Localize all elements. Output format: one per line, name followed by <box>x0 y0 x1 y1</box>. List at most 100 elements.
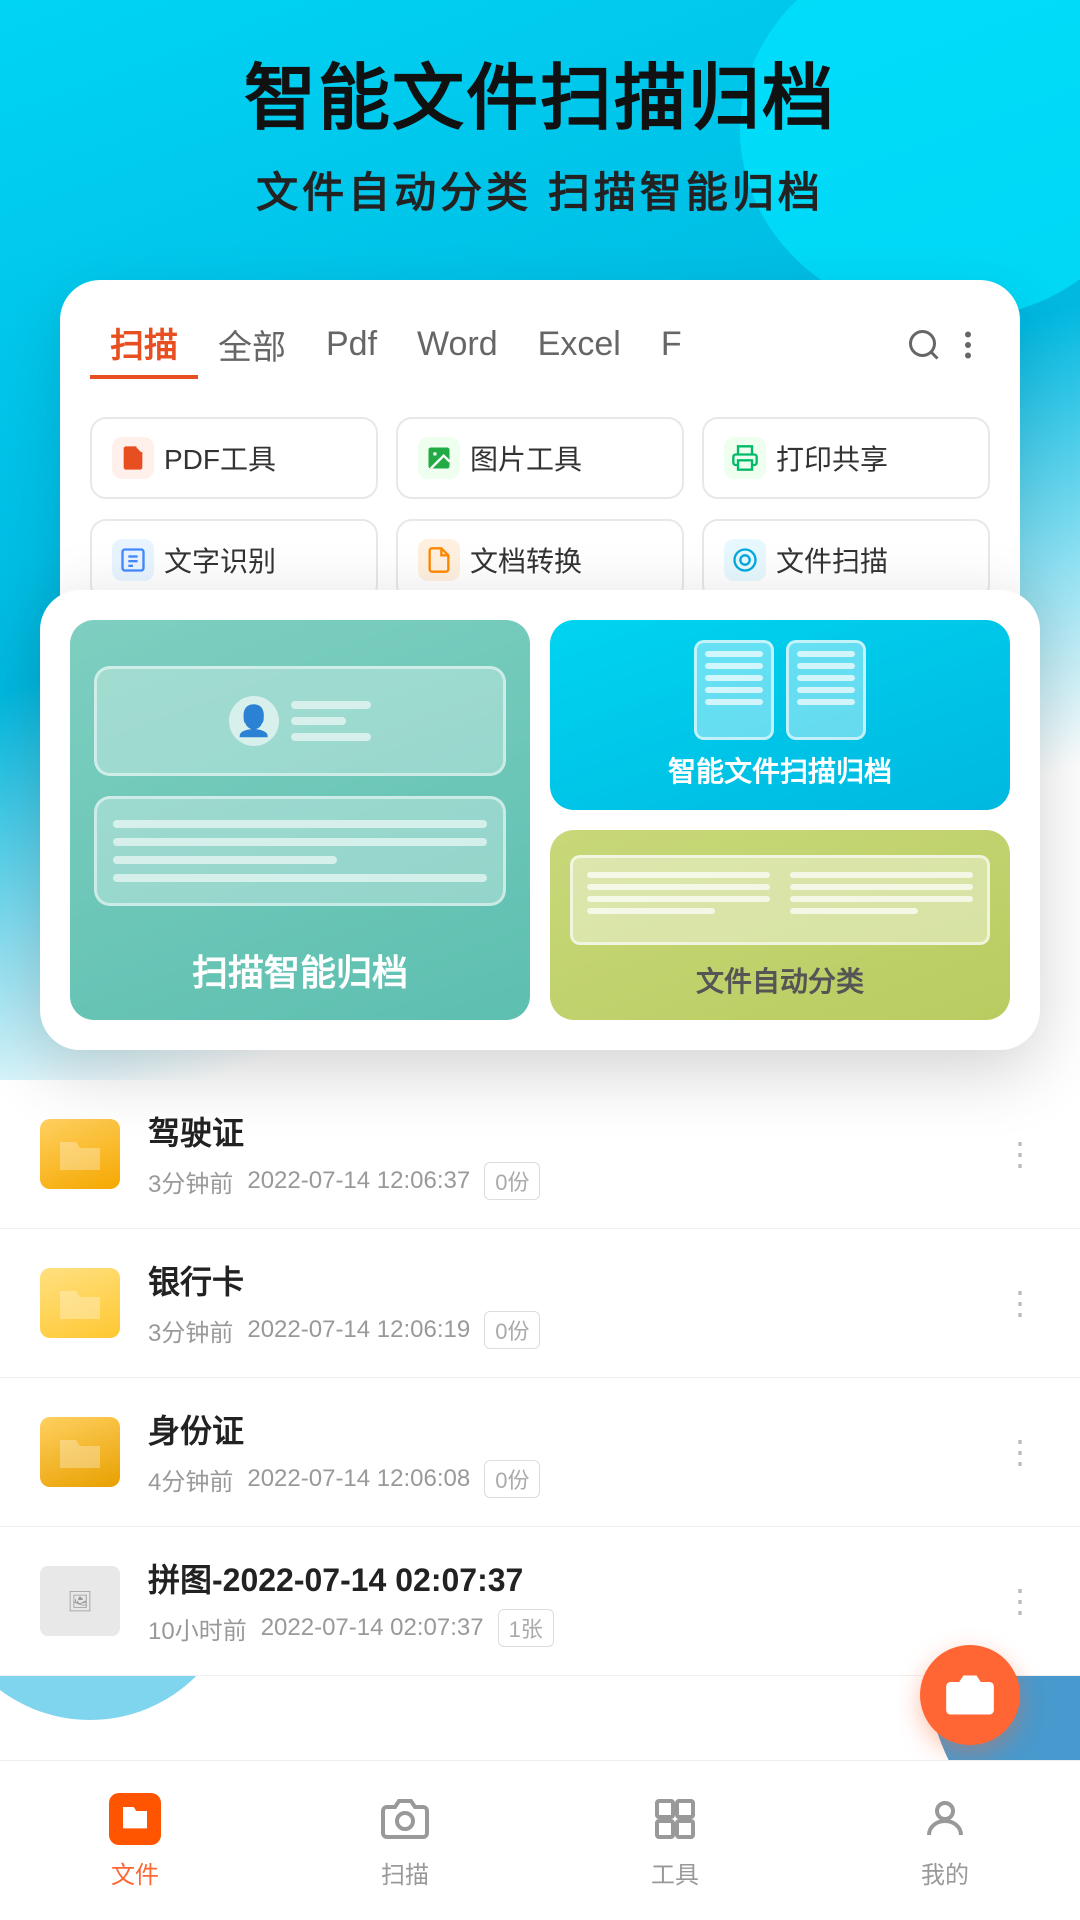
convert-icon <box>418 539 460 581</box>
book-page-left <box>583 868 774 932</box>
file-date-0: 2022-07-14 12:06:37 <box>247 1167 470 1195</box>
dil2-1 <box>797 651 855 657</box>
nav-tools-label: 工具 <box>651 1855 699 1890</box>
file-time-1: 3分钟前 <box>148 1313 233 1348</box>
filescan-tool-button[interactable]: 文件扫描 <box>702 519 990 601</box>
tab-word[interactable]: Word <box>397 317 518 372</box>
feature-card: 👤 扫描智能归档 <box>40 590 1040 1050</box>
convert-tool-label: 文档转换 <box>470 540 582 580</box>
feature-bottom-label: 文件自动分类 <box>696 960 864 1000</box>
id-card-icon: 👤 <box>94 666 506 776</box>
br-1 <box>790 872 973 878</box>
tab-scan[interactable]: 扫描 <box>90 310 198 379</box>
file-thumb-3: 🖼 <box>40 1566 120 1636</box>
print-tool-button[interactable]: 打印共享 <box>702 417 990 499</box>
dil-1 <box>705 651 763 657</box>
nav-scan-label: 扫描 <box>381 1855 429 1890</box>
file-time-3: 10小时前 <box>148 1611 247 1646</box>
doc-line-4 <box>113 874 487 882</box>
file-date-2: 2022-07-14 12:06:08 <box>247 1465 470 1493</box>
file-info-2: 身份证 4分钟前 2022-07-14 12:06:08 0份 <box>148 1406 1000 1498</box>
doc-card-icon <box>94 796 506 906</box>
doc-icon-1 <box>694 640 774 740</box>
dil2-5 <box>797 699 855 705</box>
profile-icon <box>917 1791 973 1847</box>
id-line-1 <box>291 701 371 709</box>
folder-icon-1 <box>40 1268 120 1338</box>
tab-all[interactable]: 全部 <box>198 312 306 377</box>
file-item-2[interactable]: 身份证 4分钟前 2022-07-14 12:06:08 0份 ⋮ <box>0 1378 1080 1527</box>
tab-pdf[interactable]: Pdf <box>306 317 397 372</box>
print-tool-label: 打印共享 <box>776 438 888 478</box>
file-time-0: 3分钟前 <box>148 1164 233 1199</box>
print-icon <box>724 437 766 479</box>
more-button-2[interactable]: ⋮ <box>1000 1432 1040 1472</box>
nav-scan[interactable]: 扫描 <box>270 1791 540 1890</box>
search-icon[interactable] <box>902 323 946 367</box>
convert-tool-button[interactable]: 文档转换 <box>396 519 684 601</box>
doc-icon-2 <box>786 640 866 740</box>
file-item-0[interactable]: 驾驶证 3分钟前 2022-07-14 12:06:37 0份 ⋮ <box>0 1080 1080 1229</box>
more-icon[interactable] <box>946 323 990 367</box>
nav-tools[interactable]: 工具 <box>540 1791 810 1890</box>
person-avatar: 👤 <box>229 696 279 746</box>
header: 智能文件扫描归档 文件自动分类 扫描智能归档 <box>0 60 1080 220</box>
file-badge-1: 0份 <box>484 1311 540 1349</box>
bl-2 <box>587 884 770 890</box>
feature-left-label: 扫描智能归档 <box>192 944 408 996</box>
bl-1 <box>587 872 770 878</box>
ocr-tool-label: 文字识别 <box>164 540 276 580</box>
ocr-icon <box>112 539 154 581</box>
file-meta-1: 3分钟前 2022-07-14 12:06:19 0份 <box>148 1311 1000 1349</box>
tab-f[interactable]: F <box>641 317 702 372</box>
doc-line-2 <box>113 838 487 846</box>
more-button-1[interactable]: ⋮ <box>1000 1283 1040 1323</box>
file-name-0: 驾驶证 <box>148 1108 1000 1154</box>
more-button-0[interactable]: ⋮ <box>1000 1134 1040 1174</box>
tools-icon <box>647 1791 703 1847</box>
dil-3 <box>705 675 763 681</box>
file-item-1[interactable]: 银行卡 3分钟前 2022-07-14 12:06:19 0份 ⋮ <box>0 1229 1080 1378</box>
pdf-tool-button[interactable]: PDF工具 <box>90 417 378 499</box>
br-4 <box>790 908 918 914</box>
img-icon <box>418 437 460 479</box>
dil2-4 <box>797 687 855 693</box>
id-line-2 <box>291 717 346 725</box>
file-name-2: 身份证 <box>148 1406 1000 1452</box>
file-date-1: 2022-07-14 12:06:19 <box>247 1316 470 1344</box>
scan-icon <box>377 1791 433 1847</box>
feature-scan[interactable]: 👤 扫描智能归档 <box>70 620 530 1020</box>
files-icon-inner <box>109 1793 161 1845</box>
br-3 <box>790 896 973 902</box>
more-button-3[interactable]: ⋮ <box>1000 1581 1040 1621</box>
nav-files[interactable]: 文件 <box>0 1791 270 1890</box>
nav-profile[interactable]: 我的 <box>810 1791 1080 1890</box>
file-badge-2: 0份 <box>484 1460 540 1498</box>
doc-pair <box>694 640 866 740</box>
file-meta-0: 3分钟前 2022-07-14 12:06:37 0份 <box>148 1162 1000 1200</box>
pdf-tool-label: PDF工具 <box>164 438 276 478</box>
img-tool-button[interactable]: 图片工具 <box>396 417 684 499</box>
feature-classify[interactable]: 文件自动分类 <box>550 830 1010 1020</box>
doc-line-1 <box>113 820 487 828</box>
doc-line-3 <box>113 856 337 864</box>
doc-lines <box>97 820 503 882</box>
filescan-tool-label: 文件扫描 <box>776 540 888 580</box>
folder-icon-0 <box>40 1119 120 1189</box>
main-card: 扫描 全部 Pdf Word Excel F PDF工具 <box>60 280 1020 641</box>
file-info-3: 拼图-2022-07-14 02:07:37 10小时前 2022-07-14 … <box>148 1555 1000 1647</box>
feature-scan-top[interactable]: 智能文件扫描归档 <box>550 620 1010 810</box>
file-meta-3: 10小时前 2022-07-14 02:07:37 1张 <box>148 1609 1000 1647</box>
file-name-1: 银行卡 <box>148 1257 1000 1303</box>
tab-bar: 扫描 全部 Pdf Word Excel F <box>90 310 990 389</box>
file-badge-3: 1张 <box>498 1609 554 1647</box>
ocr-tool-button[interactable]: 文字识别 <box>90 519 378 601</box>
bl-4 <box>587 908 715 914</box>
bottom-nav: 文件 扫描 工具 我的 <box>0 1760 1080 1920</box>
file-list: 驾驶证 3分钟前 2022-07-14 12:06:37 0份 ⋮ 银行卡 3分… <box>0 1080 1080 1676</box>
bl-3 <box>587 896 770 902</box>
tab-excel[interactable]: Excel <box>518 317 641 372</box>
file-info-0: 驾驶证 3分钟前 2022-07-14 12:06:37 0份 <box>148 1108 1000 1200</box>
camera-fab[interactable] <box>920 1645 1020 1745</box>
file-item-3[interactable]: 🖼 拼图-2022-07-14 02:07:37 10小时前 2022-07-1… <box>0 1527 1080 1676</box>
